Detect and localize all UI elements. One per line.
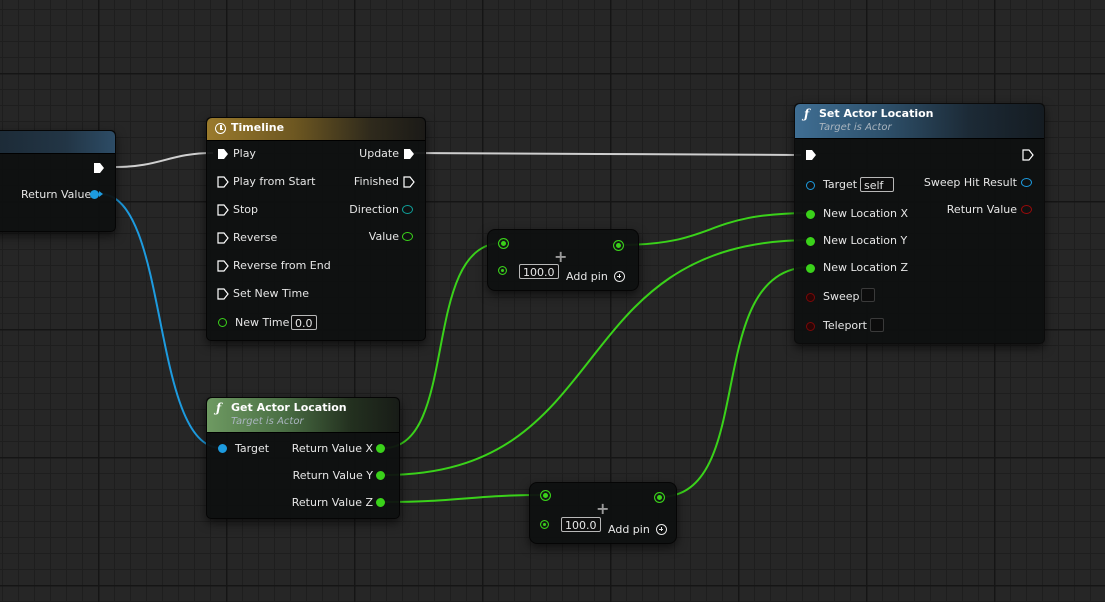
get-actor-location-header: ƒ Get Actor Location Target is Actor <box>207 398 399 433</box>
partial-node-header <box>0 131 115 154</box>
set-actor-location-subtitle: Target is Actor <box>819 122 892 133</box>
set-location-sweep-hit-result-label: Sweep Hit Result <box>923 176 1017 189</box>
set-location-new-z-label: New Location Z <box>823 261 909 274</box>
timeline-input-stop: Stop <box>233 203 259 216</box>
set-location-new-z-pin[interactable] <box>806 264 815 273</box>
set-location-teleport-label: Teleport <box>823 319 867 332</box>
set-location-return-value-pin[interactable] <box>1021 205 1032 214</box>
add-bottom-add-pin-label[interactable]: Add pin <box>608 523 650 536</box>
add-top-input-a-pin[interactable] <box>498 238 509 249</box>
partial-return-value-pin[interactable] <box>90 190 99 199</box>
timeline-output-finished: Finished <box>353 175 399 188</box>
add-bottom-value-field[interactable]: 100.0 <box>561 517 601 532</box>
function-icon: ƒ <box>804 107 810 121</box>
get-location-return-y-label: Return Value Y <box>292 469 373 482</box>
set-location-teleport-checkbox[interactable] <box>870 318 884 332</box>
set-location-new-x-label: New Location X <box>823 207 909 220</box>
set-location-target-field[interactable]: self <box>860 177 894 192</box>
timeline-output-update: Update <box>359 147 399 160</box>
get-location-target-label: Target <box>235 442 270 455</box>
set-location-sweep-checkbox[interactable] <box>861 288 875 302</box>
get-location-return-z-label: Return Value Z <box>291 496 373 509</box>
set-location-sweep-hit-result-pin[interactable] <box>1021 178 1032 187</box>
partial-node[interactable]: Return Value <box>0 130 116 232</box>
add-pin-icon[interactable] <box>656 524 667 535</box>
clock-icon <box>215 123 226 134</box>
set-location-sweep-label: Sweep <box>823 290 860 303</box>
set-location-new-y-label: New Location Y <box>823 234 908 247</box>
get-location-return-z-pin[interactable] <box>376 498 385 507</box>
float-wire-add-to-new-z <box>659 266 812 498</box>
timeline-new-time-pin[interactable] <box>218 318 227 327</box>
add-top-add-pin-label[interactable]: Add pin <box>566 270 608 283</box>
add-top-value-field[interactable]: 100.0 <box>519 264 559 279</box>
set-actor-location-node[interactable]: ƒ Set Actor Location Target is Actor Tar… <box>794 103 1045 344</box>
timeline-value-pin[interactable] <box>402 232 413 241</box>
timeline-direction-pin[interactable] <box>402 205 413 214</box>
add-pin-icon[interactable] <box>614 271 625 282</box>
timeline-header: Timeline <box>207 118 425 141</box>
set-actor-location-title: Set Actor Location <box>819 107 934 120</box>
set-location-teleport-pin[interactable] <box>806 322 815 331</box>
get-location-return-x-label: Return Value X <box>291 442 373 455</box>
object-wire-return-value-to-target <box>99 193 222 449</box>
function-icon: ƒ <box>216 401 222 415</box>
timeline-output-direction: Direction <box>349 203 399 216</box>
timeline-input-set-new-time: Set New Time <box>233 287 309 300</box>
partial-return-value-label: Return Value <box>21 188 92 201</box>
timeline-output-value: Value <box>368 230 399 243</box>
set-location-return-value-label: Return Value <box>946 203 1017 216</box>
timeline-new-time-label: New Time <box>235 316 290 329</box>
timeline-input-play-from-start: Play from Start <box>233 175 316 188</box>
add-top-output-pin[interactable] <box>613 240 624 251</box>
timeline-new-time-field[interactable]: 0.0 <box>291 315 317 330</box>
get-actor-location-subtitle: Target is Actor <box>231 416 304 427</box>
get-location-target-pin[interactable] <box>218 444 227 453</box>
add-node-top[interactable]: + 100.0 Add pin <box>487 229 639 291</box>
set-actor-location-header: ƒ Set Actor Location Target is Actor <box>795 104 1044 139</box>
add-operator-icon: + <box>596 499 610 518</box>
timeline-input-reverse-from-end: Reverse from End <box>233 259 331 272</box>
add-node-bottom[interactable]: + 100.0 Add pin <box>529 482 677 544</box>
set-location-new-x-pin[interactable] <box>806 210 815 219</box>
add-bottom-input-b-pin[interactable] <box>540 520 549 529</box>
timeline-input-play: Play <box>233 147 256 160</box>
get-actor-location-node[interactable]: ƒ Get Actor Location Target is Actor Tar… <box>206 397 400 519</box>
exec-wire-update-to-set-location <box>409 152 802 156</box>
set-location-sweep-pin[interactable] <box>806 293 815 302</box>
get-location-return-x-pin[interactable] <box>376 444 385 453</box>
exec-wire-to-timeline-play <box>115 152 214 168</box>
get-location-return-y-pin[interactable] <box>376 471 385 480</box>
timeline-node[interactable]: Timeline Play Play from Start Stop Rever… <box>206 117 426 341</box>
set-location-target-label: Target <box>823 178 858 191</box>
partial-return-value-arrow <box>99 191 103 197</box>
get-actor-location-title: Get Actor Location <box>231 401 347 414</box>
add-bottom-input-a-pin[interactable] <box>540 490 551 501</box>
set-location-new-y-pin[interactable] <box>806 237 815 246</box>
add-bottom-output-pin[interactable] <box>654 492 665 503</box>
set-location-target-pin[interactable] <box>806 181 815 190</box>
float-wire-z-to-add <box>383 494 546 503</box>
add-top-input-b-pin[interactable] <box>498 266 507 275</box>
timeline-title: Timeline <box>231 121 285 134</box>
timeline-input-reverse: Reverse <box>233 231 278 244</box>
